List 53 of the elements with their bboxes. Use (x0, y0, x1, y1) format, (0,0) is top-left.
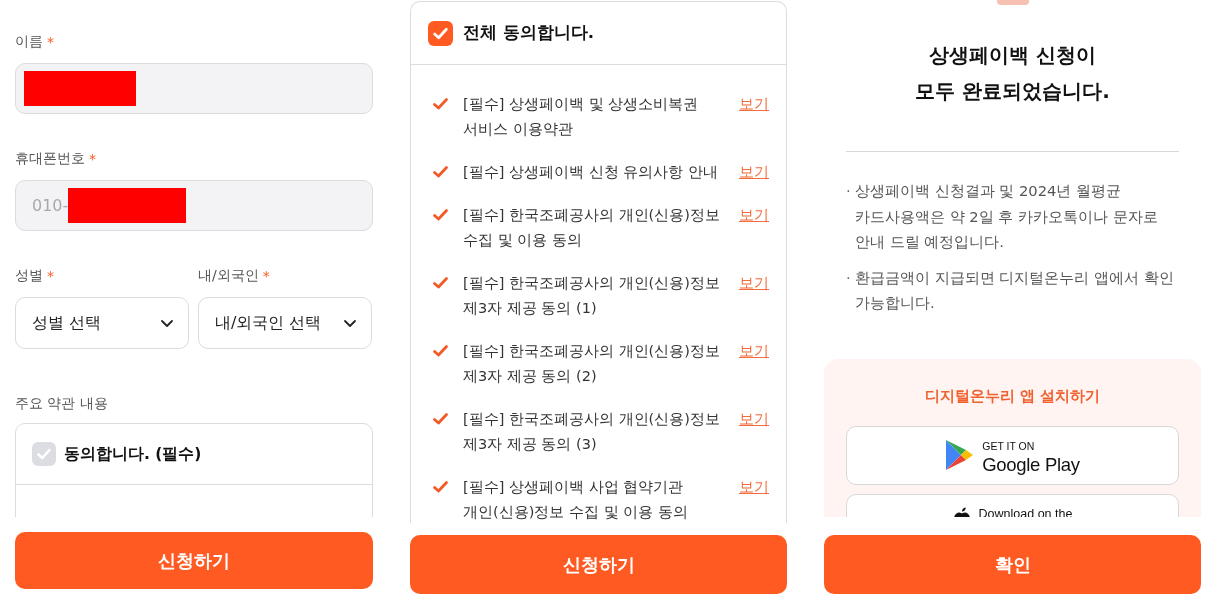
terms-item-text: [필수] 상생페이백 신청 유의사항 안내 (463, 163, 719, 182)
field-label: 이름 (15, 33, 43, 51)
terms-item-text: [필수] 한국조폐공사의 개인(신용)정보 수집 및 이용 동의 (463, 206, 721, 250)
agree-all-label: 전체 동의합니다. (463, 22, 594, 44)
terms-item-text: [필수] 한국조폐공사의 개인(신용)정보 제3자 제공 동의 (2) (463, 342, 721, 386)
view-link[interactable]: 보기 (739, 203, 769, 228)
bullet-mark: · (846, 181, 852, 201)
completion-title: 상생페이백 신청이 모두 완료되었습니다. (914, 42, 1111, 105)
view-link[interactable]: 보기 (739, 475, 769, 500)
nationality-select[interactable]: 내/외국인 선택 (198, 297, 372, 349)
gender-select[interactable]: 성별 선택 (15, 297, 189, 349)
view-link[interactable]: 보기 (739, 271, 769, 296)
check-icon[interactable] (432, 411, 449, 427)
submit-button[interactable]: 신청하기 (15, 532, 373, 589)
section-label: 주요 약관 내용 (15, 394, 109, 413)
check-icon[interactable] (432, 343, 449, 359)
terms-item-text: [필수] 상생페이백 사업 협약기관 개인(신용)정보 수집 및 이용 동의 (463, 478, 689, 522)
check-icon[interactable] (432, 207, 449, 223)
checkbox[interactable] (428, 20, 453, 46)
notice-text: 환급금액이 지급되면 디지털온누리 앱에서 확인 가능합니다. (855, 267, 1174, 313)
required-mark: * (47, 34, 54, 50)
check-icon[interactable] (432, 96, 449, 112)
checkmark-icon (36, 446, 52, 462)
field-label: 성별 (15, 267, 43, 285)
partial-icon (996, 0, 1029, 5)
required-mark: * (262, 268, 270, 284)
confirm-button[interactable]: 확인 (824, 535, 1201, 594)
play-triangle-icon (945, 438, 975, 471)
checkbox[interactable] (32, 442, 56, 466)
view-link[interactable]: 보기 (739, 92, 769, 117)
submit-button[interactable]: 신청하기 (410, 535, 787, 594)
view-link[interactable]: 보기 (739, 160, 769, 185)
field-label: 내/외국인 (198, 267, 259, 285)
terms-item-text: [필수] 한국조폐공사의 개인(신용)정보 제3자 제공 동의 (3) (463, 410, 721, 454)
install-title: 디지털온누리 앱 설치하기 (923, 385, 1102, 406)
check-icon[interactable] (432, 479, 449, 495)
agree-label: 동의합니다. (필수) (64, 443, 202, 465)
field-label: 휴대폰번호 (15, 150, 85, 168)
store-button[interactable]: Download on the (846, 493, 1179, 517)
chevron-down-icon (160, 318, 174, 328)
required-mark: * (47, 268, 54, 284)
required-mark: * (89, 151, 96, 167)
store-button[interactable]: GET IT ON Google Play (846, 425, 1179, 485)
terms-item-text: [필수] 상생페이백 및 상생소비복권 서비스 이용약관 (463, 95, 700, 139)
bullet-mark: · (846, 267, 852, 288)
apple-icon (952, 506, 971, 517)
check-icon[interactable] (432, 275, 449, 291)
terms-item-text: [필수] 한국조폐공사의 개인(신용)정보 제3자 제공 동의 (1) (463, 274, 721, 318)
check-icon[interactable] (432, 164, 449, 180)
chevron-down-icon (343, 318, 357, 328)
view-link[interactable]: 보기 (739, 407, 769, 432)
notice-text: 상생페이백 신청결과 및 2024년 월평균 카드사용액은 약 2일 후 카카오톡이나 문자로 안내 드릴 예정입니다. (855, 181, 1158, 252)
view-link[interactable]: 보기 (739, 339, 769, 364)
